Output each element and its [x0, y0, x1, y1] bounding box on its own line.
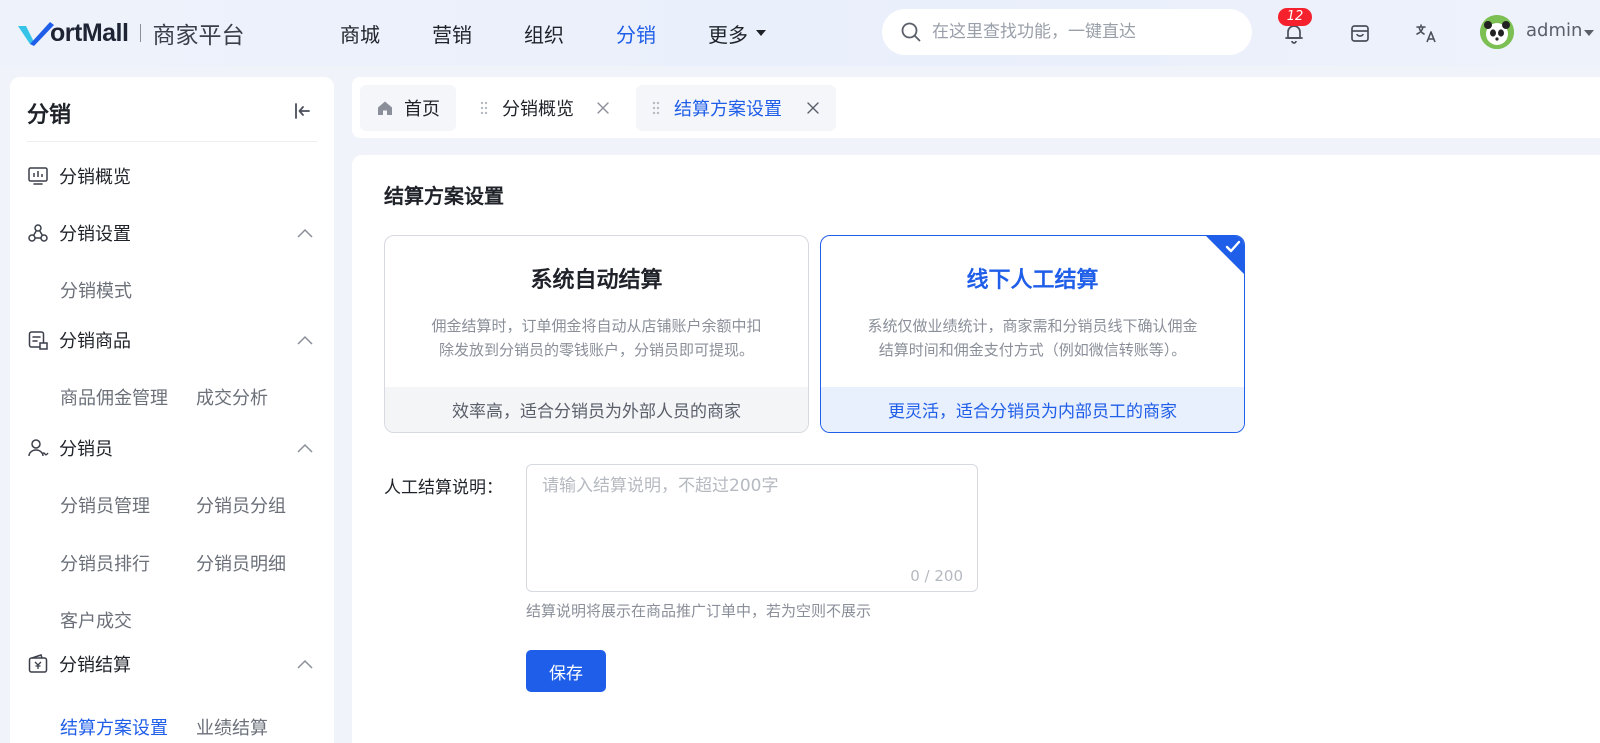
- collapse-sidebar-icon[interactable]: [290, 99, 314, 123]
- nav-more-label: 更多: [708, 22, 748, 47]
- nav-item-distribution[interactable]: 分销: [616, 19, 656, 48]
- nav-item-marketing[interactable]: 营销: [432, 19, 472, 48]
- brand-logo[interactable]: ortMall 商家平台: [16, 16, 244, 50]
- sidebar-subitem-distributor-ranking[interactable]: 分销员排行: [60, 550, 150, 576]
- tab-label: 首页: [404, 99, 440, 120]
- character-counter: 0 / 200: [910, 567, 963, 585]
- settlement-note-label: 人工结算说明：: [384, 478, 503, 498]
- sidebar-item-overview[interactable]: 分销概览: [27, 161, 131, 191]
- tab-home[interactable]: 首页: [360, 85, 456, 131]
- sidebar-subitem-settlement-plan[interactable]: 结算方案设置: [60, 714, 168, 740]
- sidebar-subitem-customer-deal[interactable]: 客户成交: [60, 607, 132, 633]
- panda-avatar-icon: [1480, 15, 1514, 49]
- brand-logo-text: ortMall: [50, 18, 129, 47]
- sidebar: 分销 分销概览 分销设置 分销商品 分销员 分销结算: [10, 77, 334, 743]
- sidebar-item-distributor[interactable]: 分销员: [27, 433, 113, 463]
- drag-handle-icon[interactable]: [480, 100, 488, 116]
- search-box[interactable]: [882, 9, 1252, 55]
- sidebar-item-label: 分销设置: [59, 224, 131, 245]
- selected-check-icon: [1206, 236, 1244, 274]
- wallet-icon: [28, 654, 48, 673]
- user-caret-down-icon[interactable]: [1584, 30, 1594, 36]
- user-avatar[interactable]: [1480, 15, 1514, 49]
- tab-settlement-plan[interactable]: 结算方案设置: [636, 85, 836, 131]
- sidebar-subitem-distribution-mode[interactable]: 分销模式: [60, 277, 132, 303]
- option-card-footer: 效率高，适合分销员为外部人员的商家: [385, 387, 808, 432]
- settlement-note-field[interactable]: 0 / 200: [526, 464, 978, 592]
- translate-icon[interactable]: [1414, 21, 1438, 45]
- search-input[interactable]: [932, 22, 1232, 42]
- tab-label: 结算方案设置: [674, 99, 782, 120]
- option-card-footer: 更灵活，适合分销员为内部员工的商家: [821, 387, 1244, 432]
- sidebar-item-settings[interactable]: 分销设置: [27, 218, 131, 248]
- option-card-title: 线下人工结算: [966, 268, 1099, 293]
- chevron-up-icon[interactable]: [296, 658, 314, 670]
- option-card-title: 系统自动结算: [530, 268, 663, 293]
- store-icon[interactable]: [1348, 21, 1372, 45]
- sidebar-item-label: 分销商品: [59, 331, 131, 352]
- tab-label: 分销概览: [502, 99, 574, 120]
- nav-item-organization[interactable]: 组织: [524, 19, 564, 48]
- tab-distribution-overview[interactable]: 分销概览: [464, 85, 626, 131]
- user-icon: [28, 439, 49, 457]
- main-nav: 商城 营销 组织 分销 更多: [340, 18, 766, 48]
- home-icon: [378, 101, 392, 115]
- nav-item-more[interactable]: 更多: [708, 19, 766, 48]
- user-name[interactable]: admin: [1526, 20, 1582, 41]
- close-icon[interactable]: [596, 101, 610, 115]
- sidebar-subitem-distributor-management[interactable]: 分销员管理: [60, 492, 150, 518]
- nav-item-mall[interactable]: 商城: [340, 19, 380, 48]
- goods-tag-icon: [28, 331, 48, 350]
- caret-down-icon: [756, 30, 766, 36]
- monitor-chart-icon: [28, 167, 48, 185]
- tab-bar: 首页 分销概览 结算方案设置: [352, 77, 1600, 138]
- sidebar-item-label: 分销概览: [59, 167, 131, 188]
- notification-badge: 12: [1278, 8, 1312, 26]
- sidebar-subitem-deal-analysis[interactable]: 成交分析: [196, 384, 268, 410]
- page-title: 结算方案设置: [384, 184, 504, 208]
- close-icon[interactable]: [806, 101, 820, 115]
- sidebar-item-label: 分销结算: [59, 655, 131, 676]
- network-icon: [28, 224, 48, 242]
- sidebar-item-settlement[interactable]: 分销结算: [27, 649, 131, 679]
- sidebar-divider: [27, 141, 317, 142]
- top-header: ortMall 商家平台 商城 营销 组织 分销 更多 12: [0, 0, 1600, 66]
- sidebar-subitem-distributor-detail[interactable]: 分销员明细: [196, 550, 286, 576]
- main-content: 结算方案设置 系统自动结算 佣金结算时，订单佣金将自动从店铺账户余额中扣除发放到…: [352, 155, 1600, 743]
- brand-separator: [140, 24, 142, 42]
- sidebar-subitem-distributor-group[interactable]: 分销员分组: [196, 492, 286, 518]
- sidebar-item-label: 分销员: [59, 439, 113, 460]
- save-button[interactable]: 保存: [526, 650, 606, 692]
- chevron-up-icon[interactable]: [296, 334, 314, 346]
- sidebar-item-goods[interactable]: 分销商品: [27, 325, 131, 355]
- sidebar-subitem-commission-management[interactable]: 商品佣金管理: [60, 384, 168, 410]
- search-icon: [901, 22, 921, 42]
- option-card-description: 佣金结算时，订单佣金将自动从店铺账户余额中扣除发放到分销员的零钱账户，分销员即可…: [431, 317, 762, 359]
- brand-subtitle: 商家平台: [152, 23, 245, 49]
- sidebar-title: 分销: [27, 103, 72, 128]
- chevron-up-icon[interactable]: [296, 442, 314, 454]
- option-card-auto-settlement[interactable]: 系统自动结算 佣金结算时，订单佣金将自动从店铺账户余额中扣除发放到分销员的零钱账…: [384, 235, 809, 433]
- option-card-description: 系统仅做业绩统计，商家需和分销员线下确认佣金结算时间和佣金支付方式（例如微信转账…: [867, 317, 1198, 359]
- option-card-manual-settlement[interactable]: 线下人工结算 系统仅做业绩统计，商家需和分销员线下确认佣金结算时间和佣金支付方式…: [820, 235, 1245, 433]
- sidebar-subitem-performance-settlement[interactable]: 业绩结算: [196, 714, 268, 740]
- drag-handle-icon[interactable]: [652, 100, 660, 116]
- settlement-note-hint: 结算说明将展示在商品推广订单中，若为空则不展示: [526, 602, 872, 620]
- chevron-up-icon[interactable]: [296, 227, 314, 239]
